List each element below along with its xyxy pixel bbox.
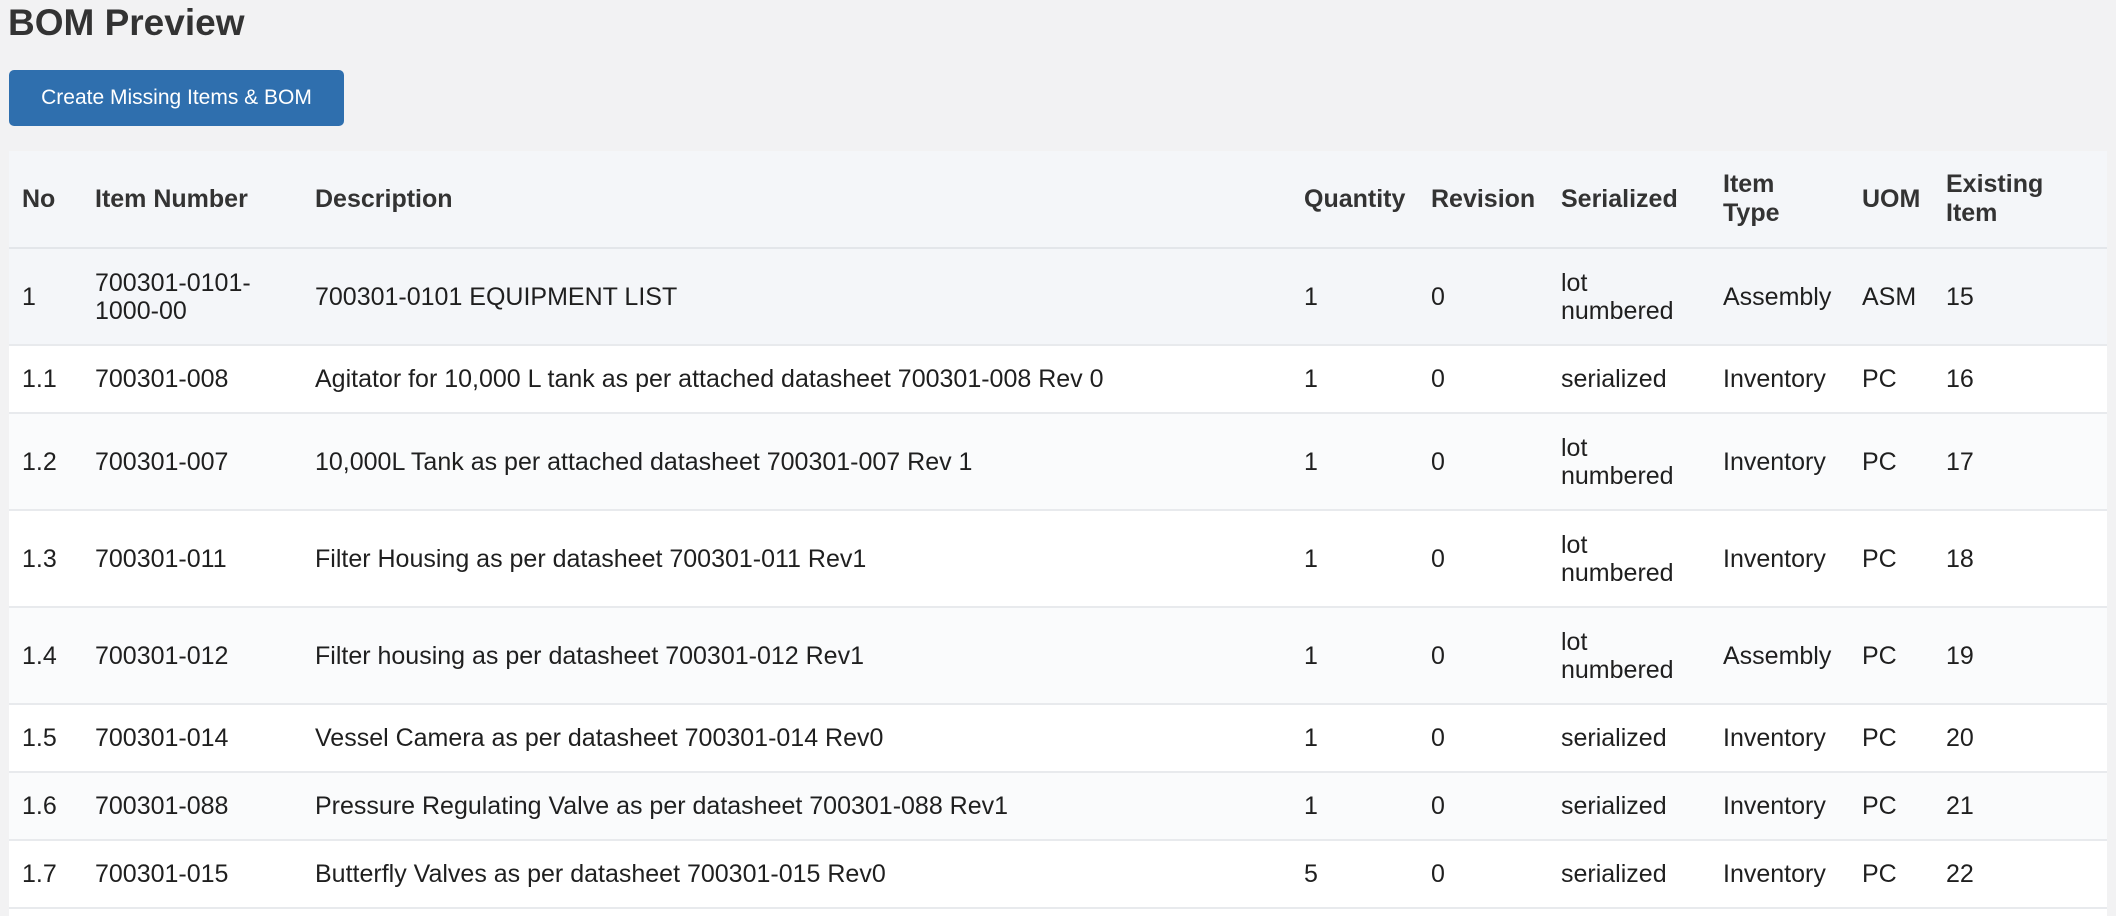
cell-no: 1.4: [9, 607, 82, 705]
cell-serialized: serialized: [1548, 840, 1710, 909]
cell-existing-item: 21: [1933, 772, 2107, 841]
cell-serialized: lot numbered: [1548, 413, 1710, 511]
bom-table: No Item Number Description Quantity Revi…: [9, 151, 2107, 909]
table-row[interactable]: 1.4 700301-012 Filter housing as per dat…: [9, 607, 2107, 705]
cell-uom: PC: [1849, 345, 1933, 414]
cell-quantity: 1: [1291, 607, 1418, 705]
cell-uom: PC: [1849, 607, 1933, 705]
cell-serialized: serialized: [1548, 772, 1710, 841]
cell-no: 1: [9, 248, 82, 346]
cell-quantity: 1: [1291, 772, 1418, 841]
bom-preview-page: BOM Preview Create Missing Items & BOM N…: [0, 0, 2116, 916]
cell-serialized: lot numbered: [1548, 607, 1710, 705]
cell-uom: ASM: [1849, 248, 1933, 346]
cell-existing-item: 19: [1933, 607, 2107, 705]
cell-revision: 0: [1418, 772, 1548, 841]
cell-item-type: Inventory: [1710, 840, 1849, 909]
create-missing-items-button[interactable]: Create Missing Items & BOM: [9, 70, 344, 126]
cell-serialized: lot numbered: [1548, 248, 1710, 346]
cell-no: 1.2: [9, 413, 82, 511]
cell-description: Vessel Camera as per datasheet 700301-01…: [302, 704, 1291, 773]
cell-item-type: Inventory: [1710, 704, 1849, 773]
cell-uom: PC: [1849, 510, 1933, 608]
cell-no: 1.6: [9, 772, 82, 841]
table-row[interactable]: 1.1 700301-008 Agitator for 10,000 L tan…: [9, 345, 2107, 414]
cell-quantity: 1: [1291, 510, 1418, 608]
cell-existing-item: 16: [1933, 345, 2107, 414]
cell-revision: 0: [1418, 248, 1548, 346]
table-row[interactable]: 1.7 700301-015 Butterfly Valves as per d…: [9, 840, 2107, 909]
cell-item-number: 700301-008: [82, 345, 302, 414]
cell-item-type: Inventory: [1710, 345, 1849, 414]
cell-serialized: serialized: [1548, 345, 1710, 414]
table-row[interactable]: 1.2 700301-007 10,000L Tank as per attac…: [9, 413, 2107, 511]
cell-existing-item: 17: [1933, 413, 2107, 511]
cell-revision: 0: [1418, 510, 1548, 608]
column-header-description[interactable]: Description: [302, 151, 1291, 248]
column-header-existing-item[interactable]: Existing Item: [1933, 151, 2107, 248]
cell-existing-item: 15: [1933, 248, 2107, 346]
cell-item-number: 700301-011: [82, 510, 302, 608]
column-header-uom[interactable]: UOM: [1849, 151, 1933, 248]
cell-revision: 0: [1418, 704, 1548, 773]
column-header-revision[interactable]: Revision: [1418, 151, 1548, 248]
cell-existing-item: 22: [1933, 840, 2107, 909]
cell-uom: PC: [1849, 772, 1933, 841]
cell-item-type: Assembly: [1710, 248, 1849, 346]
column-header-item-type[interactable]: Item Type: [1710, 151, 1849, 248]
cell-no: 1.1: [9, 345, 82, 414]
table-row[interactable]: 1 700301-0101-1000-00 700301-0101 EQUIPM…: [9, 248, 2107, 346]
cell-serialized: serialized: [1548, 704, 1710, 773]
cell-no: 1.3: [9, 510, 82, 608]
cell-description: Agitator for 10,000 L tank as per attach…: [302, 345, 1291, 414]
cell-serialized: lot numbered: [1548, 510, 1710, 608]
cell-no: 1.5: [9, 704, 82, 773]
table-header-row: No Item Number Description Quantity Revi…: [9, 151, 2107, 248]
table-row[interactable]: 1.3 700301-011 Filter Housing as per dat…: [9, 510, 2107, 608]
cell-item-number: 700301-0101-1000-00: [82, 248, 302, 346]
cell-quantity: 1: [1291, 413, 1418, 511]
column-header-no[interactable]: No: [9, 151, 82, 248]
cell-quantity: 5: [1291, 840, 1418, 909]
bom-table-container: No Item Number Description Quantity Revi…: [9, 151, 2107, 916]
cell-description: Filter housing as per datasheet 700301-0…: [302, 607, 1291, 705]
page-title: BOM Preview: [8, 2, 245, 43]
cell-description: Butterfly Valves as per datasheet 700301…: [302, 840, 1291, 909]
cell-revision: 0: [1418, 413, 1548, 511]
cell-item-number: 700301-014: [82, 704, 302, 773]
cell-item-type: Inventory: [1710, 413, 1849, 511]
cell-revision: 0: [1418, 345, 1548, 414]
cell-existing-item: 18: [1933, 510, 2107, 608]
cell-revision: 0: [1418, 840, 1548, 909]
column-header-quantity[interactable]: Quantity: [1291, 151, 1418, 248]
cell-description: 700301-0101 EQUIPMENT LIST: [302, 248, 1291, 346]
cell-quantity: 1: [1291, 345, 1418, 414]
table-row[interactable]: 1.5 700301-014 Vessel Camera as per data…: [9, 704, 2107, 773]
cell-item-type: Inventory: [1710, 772, 1849, 841]
cell-uom: PC: [1849, 840, 1933, 909]
cell-item-number: 700301-012: [82, 607, 302, 705]
cell-no: 1.7: [9, 840, 82, 909]
cell-uom: PC: [1849, 704, 1933, 773]
cell-description: Filter Housing as per datasheet 700301-0…: [302, 510, 1291, 608]
cell-item-number: 700301-015: [82, 840, 302, 909]
cell-description: 10,000L Tank as per attached datasheet 7…: [302, 413, 1291, 511]
cell-revision: 0: [1418, 607, 1548, 705]
cell-quantity: 1: [1291, 248, 1418, 346]
cell-quantity: 1: [1291, 704, 1418, 773]
cell-item-number: 700301-088: [82, 772, 302, 841]
table-row[interactable]: 1.6 700301-088 Pressure Regulating Valve…: [9, 772, 2107, 841]
cell-description: Pressure Regulating Valve as per datashe…: [302, 772, 1291, 841]
cell-existing-item: 20: [1933, 704, 2107, 773]
column-header-serialized[interactable]: Serialized: [1548, 151, 1710, 248]
column-header-item-number[interactable]: Item Number: [82, 151, 302, 248]
cell-uom: PC: [1849, 413, 1933, 511]
cell-item-type: Inventory: [1710, 510, 1849, 608]
cell-item-number: 700301-007: [82, 413, 302, 511]
cell-item-type: Assembly: [1710, 607, 1849, 705]
